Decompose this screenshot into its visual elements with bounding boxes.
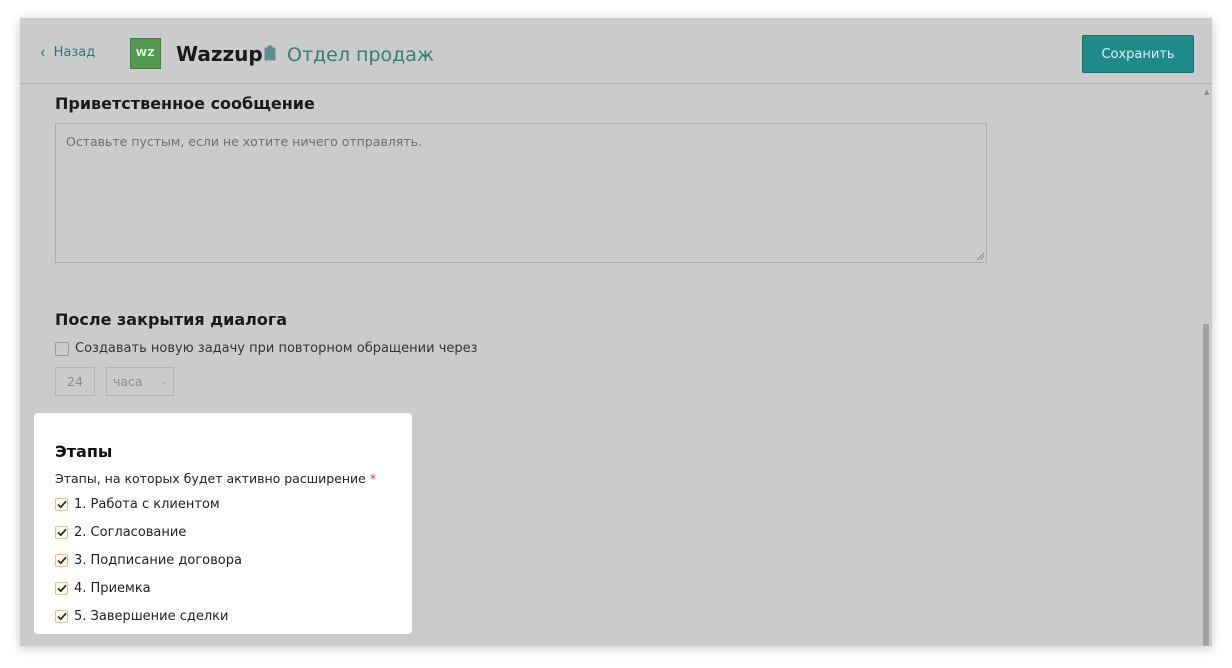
stage-option[interactable]: 3. Подписание договора: [55, 553, 242, 568]
interval-unit-value: часа: [113, 374, 143, 389]
stage-checkbox[interactable]: [55, 498, 68, 511]
greeting-message-input[interactable]: Оставьте пустым, если не хотите ничего о…: [55, 123, 987, 263]
stage-checkbox[interactable]: [55, 582, 68, 595]
stage-option[interactable]: 2. Согласование: [55, 525, 186, 540]
stage-label: 4. Приемка: [74, 581, 151, 596]
greeting-placeholder: Оставьте пустым, если не хотите ничего о…: [66, 134, 422, 149]
stage-checkbox[interactable]: [55, 526, 68, 539]
interval-input[interactable]: 24: [55, 367, 95, 396]
interval-unit-select[interactable]: часа ⌄: [106, 367, 174, 396]
stage-checkbox[interactable]: [55, 554, 68, 567]
stage-option[interactable]: 1. Работа с клиентом: [55, 497, 220, 512]
resize-grip-icon[interactable]: [975, 251, 985, 261]
checkmark-icon: [56, 612, 67, 621]
stage-label: 3. Подписание договора: [74, 553, 242, 568]
stages-description: Этапы, на которых будет активно расширен…: [55, 471, 376, 486]
new-task-option[interactable]: Создавать новую задачу при повторном обр…: [55, 341, 478, 356]
department-name[interactable]: Отдел продаж: [287, 44, 434, 66]
stages-panel: Этапы Этапы, на которых будет активно ра…: [34, 413, 412, 634]
clipboard-icon: [264, 45, 276, 61]
stage-label: 1. Работа с клиентом: [74, 497, 220, 512]
new-task-checkbox[interactable]: [55, 341, 69, 356]
scrollbar-thumb[interactable]: [1203, 324, 1209, 646]
stages-description-text: Этапы, на которых будет активно расширен…: [55, 471, 366, 486]
checkmark-icon: [56, 528, 67, 537]
chevron-down-icon: ⌄: [159, 376, 167, 387]
stage-checkbox[interactable]: [55, 610, 68, 623]
stage-option[interactable]: 4. Приемка: [55, 581, 151, 596]
checkmark-icon: [56, 556, 67, 565]
save-button[interactable]: Сохранить: [1082, 35, 1194, 73]
checkmark-icon: [56, 500, 67, 509]
scroll-up-icon[interactable]: ▲: [1204, 88, 1209, 96]
checkmark-icon: [56, 584, 67, 593]
app-title: Wazzup: [176, 42, 263, 66]
stage-label: 5. Завершение сделки: [74, 609, 229, 624]
stage-label: 2. Согласование: [74, 525, 187, 540]
new-task-label: Создавать новую задачу при повторном обр…: [75, 341, 478, 356]
required-mark: *: [369, 471, 377, 486]
greeting-title: Приветственное сообщение: [55, 94, 315, 113]
back-link[interactable]: ‹ Назад: [40, 42, 96, 63]
header-bar: ‹ Назад WZ Wazzup Отдел продаж Сохранить: [20, 18, 1212, 84]
after-close-title: После закрытия диалога: [55, 310, 288, 329]
chevron-left-icon: ‹: [40, 42, 46, 63]
stage-option[interactable]: 5. Завершение сделки: [55, 609, 228, 624]
app-logo: WZ: [130, 38, 161, 69]
back-label: Назад: [53, 45, 96, 60]
stages-title: Этапы: [55, 442, 113, 461]
